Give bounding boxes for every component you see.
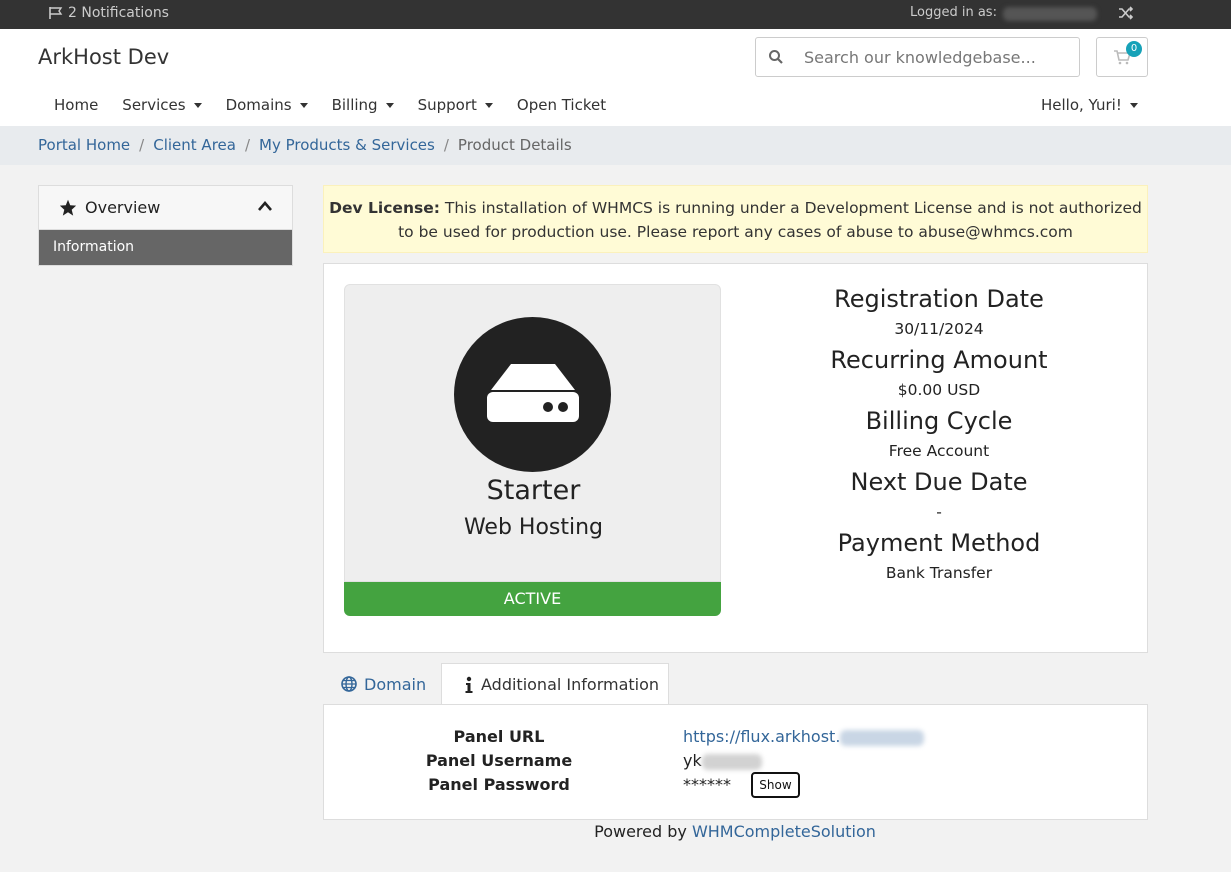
registration-date-value: 30/11/2024: [894, 320, 984, 338]
breadcrumb-my-products[interactable]: My Products & Services: [259, 136, 435, 154]
additional-info-pane: Panel URL https://flux.arkhost. Panel Us…: [323, 704, 1148, 820]
panel-username-row: Panel Username yk: [324, 751, 1149, 775]
nav-domains[interactable]: Domains: [226, 96, 308, 114]
nav-billing-label: Billing: [331, 96, 378, 114]
payment-method-value: Bank Transfer: [885, 564, 993, 582]
footer: Powered by WHMCompleteSolution: [0, 822, 1231, 841]
panel-url-text[interactable]: https://flux.arkhost.: [683, 727, 840, 746]
product-panel: Starter Web Hosting ACTIVE Registration …: [323, 263, 1148, 653]
breadcrumb: Portal Home / Client Area / My Products …: [0, 126, 1231, 165]
alert-text: This installation of WHMCS is running un…: [398, 199, 1142, 241]
show-password-button[interactable]: Show: [751, 772, 800, 798]
chevron-up-icon[interactable]: [257, 200, 273, 212]
server-icon: [487, 364, 579, 422]
product-card: Starter Web Hosting: [344, 284, 721, 582]
account-label: Hello, Yuri!: [1041, 96, 1122, 114]
search-icon: [769, 50, 783, 64]
panel-url-link[interactable]: https://flux.arkhost.: [683, 727, 925, 746]
caret-down-icon: [1129, 102, 1138, 108]
footer-link[interactable]: WHMCompleteSolution: [692, 822, 876, 841]
redacted-text: [701, 753, 762, 770]
username-redacted: [1003, 7, 1097, 21]
dev-license-alert: Dev License: This installation of WHMCS …: [323, 185, 1148, 253]
caret-down-icon: [193, 102, 202, 108]
product-group: Web Hosting: [463, 515, 604, 540]
brand-logo[interactable]: ArkHost Dev: [38, 45, 169, 69]
tab-additional-label: Additional Information: [481, 675, 660, 694]
alert-strong: Dev License:: [329, 199, 440, 217]
tab-additional-information[interactable]: Additional Information: [441, 663, 669, 705]
redacted-text: [840, 729, 925, 746]
sidebar-item-information[interactable]: Information: [39, 230, 292, 265]
nav-billing[interactable]: Billing: [332, 96, 394, 114]
payment-method-label: Payment Method: [837, 529, 1041, 557]
sidebar-header[interactable]: Overview: [39, 186, 292, 230]
panel-username-text: yk: [683, 751, 702, 770]
notifications-link[interactable]: 2 Notifications: [48, 5, 169, 21]
tab-domain-label: Domain: [364, 674, 427, 694]
next-due-date-label: Next Due Date: [850, 468, 1028, 496]
nav-open-ticket[interactable]: Open Ticket: [517, 96, 606, 114]
footer-prefix: Powered by: [594, 822, 687, 841]
panel-url-row: Panel URL https://flux.arkhost.: [324, 727, 1149, 751]
product-details: Registration Date 30/11/2024 Recurring A…: [754, 284, 1124, 589]
nav-domains-label: Domains: [225, 96, 292, 114]
next-due-date-value: -: [936, 503, 942, 521]
registration-date-label: Registration Date: [834, 285, 1044, 313]
nav-support[interactable]: Support: [418, 96, 493, 114]
nav-home[interactable]: Home: [54, 96, 98, 114]
recurring-amount-label: Recurring Amount: [830, 346, 1048, 374]
panel-password-value: ******: [683, 775, 731, 794]
globe-icon: [341, 676, 357, 692]
main-nav: Home Services Domains Billing Support Op…: [54, 96, 630, 114]
star-icon: [59, 199, 77, 216]
sidebar-panel: Overview Information: [38, 185, 293, 266]
header: ArkHost Dev 0 Home Services Domains Bill…: [0, 29, 1231, 126]
panel-password-row: Panel Password ****** Show: [324, 772, 1149, 799]
panel-username-value: yk: [683, 751, 762, 770]
logged-in-label: Logged in as:: [910, 5, 997, 20]
billing-cycle-value: Free Account: [888, 442, 990, 460]
product-name: Starter: [486, 475, 581, 506]
panel-password-label: Panel Password: [428, 775, 570, 794]
breadcrumb-separator: /: [139, 136, 145, 154]
caret-down-icon: [484, 102, 493, 108]
breadcrumb-portal-home[interactable]: Portal Home: [38, 136, 130, 154]
info-icon: [465, 676, 473, 693]
breadcrumb-client-area[interactable]: Client Area: [153, 136, 236, 154]
top-bar: 2 Notifications Logged in as:: [0, 0, 1231, 29]
breadcrumb-separator: /: [244, 136, 251, 154]
panel-url-label: Panel URL: [453, 727, 545, 746]
nav-home-label: Home: [54, 96, 99, 114]
nav-services[interactable]: Services: [122, 96, 202, 114]
nav-open-ticket-label: Open Ticket: [516, 96, 607, 114]
nav-services-label: Services: [122, 96, 186, 114]
cart-count-badge: 0: [1126, 41, 1142, 57]
account-menu[interactable]: Hello, Yuri!: [1041, 96, 1138, 114]
caret-down-icon: [299, 102, 308, 108]
flag-icon: [49, 7, 63, 19]
notifications-label: 2 Notifications: [68, 5, 169, 21]
caret-down-icon: [385, 102, 394, 108]
tab-domain[interactable]: Domain: [323, 663, 441, 705]
shuffle-icon[interactable]: [1118, 5, 1134, 21]
status-badge: ACTIVE: [344, 582, 721, 616]
search-input[interactable]: [804, 46, 1064, 68]
recurring-amount-value: $0.00 USD: [897, 381, 981, 399]
panel-username-label: Panel Username: [425, 751, 573, 770]
cart-button[interactable]: 0: [1096, 37, 1148, 77]
product-icon-circle: [454, 317, 611, 472]
search-box[interactable]: [755, 37, 1080, 77]
breadcrumb-separator: /: [443, 136, 449, 154]
sidebar-title: Overview: [85, 198, 161, 217]
nav-support-label: Support: [417, 96, 477, 114]
billing-cycle-label: Billing Cycle: [865, 407, 1013, 435]
breadcrumb-current: Product Details: [457, 136, 572, 154]
